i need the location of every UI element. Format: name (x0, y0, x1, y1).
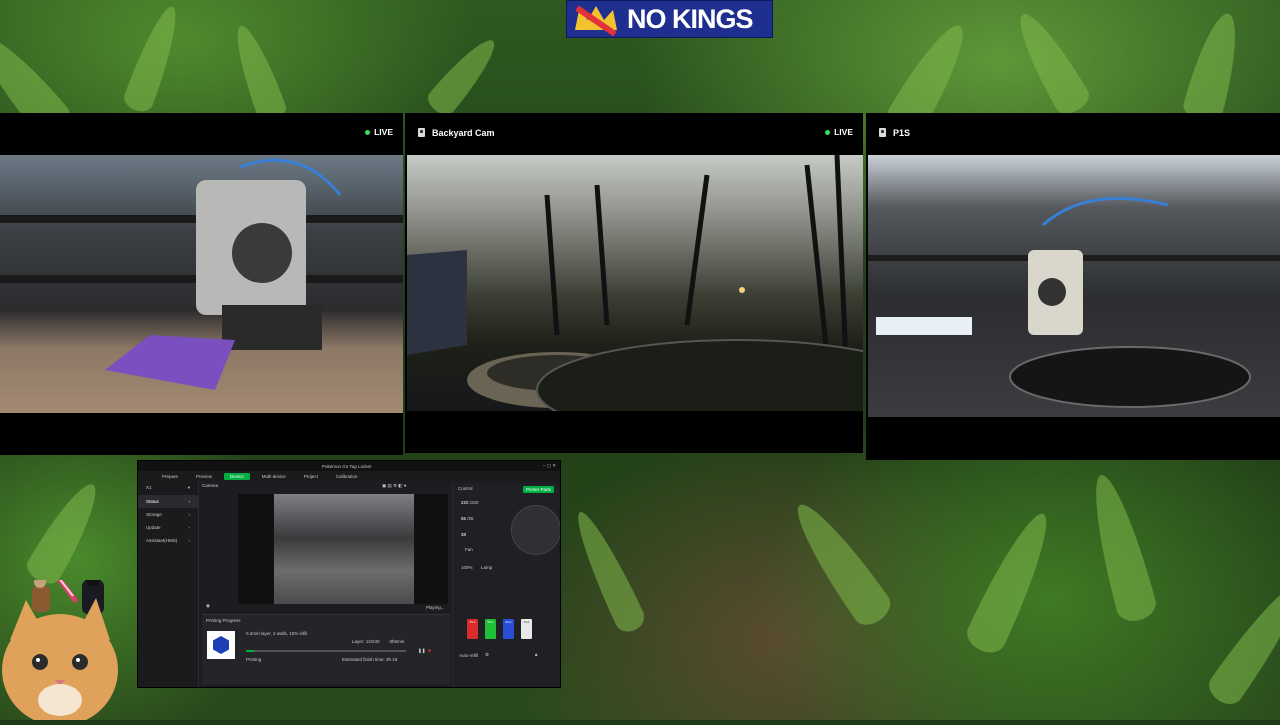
live-label: LIVE (834, 127, 853, 137)
ams-slot-2[interactable]: PLA (485, 619, 496, 639)
live-dot-icon (365, 129, 371, 135)
jog-pad[interactable] (511, 505, 560, 555)
auto-refill[interactable]: Auto-refill (459, 653, 478, 658)
camera-name: P1S (893, 128, 911, 138)
ams-slot-4[interactable]: PLA (521, 619, 532, 639)
camera-feed (407, 155, 863, 411)
fan-value: 100% (461, 565, 473, 570)
crown-icon (575, 5, 617, 36)
stop-icon[interactable]: ■ (428, 648, 431, 653)
lamp-label[interactable]: Lamp (481, 565, 492, 570)
playing-label: Playing... (426, 605, 445, 610)
camera-icon (879, 128, 886, 137)
job-name: 0.2mm layer, 2 walls, 10% infill (246, 631, 308, 636)
cat-jedi-overlay (0, 557, 134, 725)
camera-feed (868, 155, 1280, 417)
printer-image (0, 158, 403, 390)
printer-parts-button[interactable]: Printer Parts (522, 486, 554, 493)
printer-image (868, 196, 1280, 408)
chevron-right-icon: › (188, 538, 191, 543)
chevron-right-icon: › (188, 499, 191, 504)
camera-header: LIVE (0, 113, 403, 153)
title-bar: Pokemon Go Tag Locker – ▢ ✕ (138, 461, 560, 471)
no-kings-logo: NO KINGS (566, 0, 773, 38)
nozzle-temp[interactable]: 220 /220 (461, 500, 479, 505)
control-panel: Control Printer Parts 220 /220 55 /55 38… (452, 483, 560, 687)
camera-icon (418, 128, 425, 137)
chamber-temp: 38 (461, 532, 467, 537)
window-title: Pokemon Go Tag Locker (322, 463, 372, 469)
device-selector[interactable]: X1 ▾ (138, 481, 198, 495)
settings-icon[interactable]: ⚙ (485, 652, 489, 658)
tab-prepare[interactable]: Prepare (156, 473, 184, 480)
control-heading: Control (458, 486, 473, 491)
live-dot-icon (825, 129, 831, 135)
sidebar-item-update[interactable]: Update › (138, 521, 198, 534)
sidebar: X1 ▾ Status › Storage › Update › Assistant(H… (138, 481, 199, 687)
camera-header: P1S (866, 113, 1280, 153)
printing-progress: Printing Progress 0.2mm layer, 2 walls, … (202, 614, 450, 685)
device-name: X1 (146, 485, 152, 490)
model-thumbnail (207, 631, 235, 659)
live-indicator: LIVE (365, 127, 393, 137)
camera-section: Camera ▣ ▤ ⚙ ◧ ● (202, 483, 448, 488)
backyard-image (407, 155, 863, 411)
camera-header: Backyard Cam LIVE (405, 113, 863, 153)
camera-panel-3: P1S (866, 113, 1280, 460)
progress-heading: Printing Progress (206, 618, 241, 623)
camera-panel-2: Backyard Cam LIVE (405, 113, 863, 453)
camera-name: Backyard Cam (432, 128, 495, 138)
camera-image (274, 494, 414, 604)
tab-multi-device[interactable]: Multi-device (256, 473, 292, 480)
chevron-down-icon: ▾ (187, 485, 190, 490)
camera-toolbar-icons[interactable]: ▣ ▤ ⚙ ◧ ● (382, 483, 407, 489)
tab-project[interactable]: Project (298, 473, 324, 480)
ams-tray-row: PLA PLA PLA PLA (465, 605, 557, 639)
remaining-time: -3h6min (388, 639, 405, 644)
tab-calibration[interactable]: Calibration (330, 473, 364, 480)
sidebar-item-status[interactable]: Status › (138, 495, 198, 508)
sidebar-item-assistant[interactable]: Assistant(HMS) › (138, 534, 198, 547)
window-controls[interactable]: – ▢ ✕ (543, 463, 556, 469)
slicer-camera-view (238, 494, 448, 604)
sidebar-item-storage[interactable]: Storage › (138, 508, 198, 521)
ams-slot-1[interactable]: PLA (467, 619, 478, 639)
live-label: LIVE (374, 127, 393, 137)
tab-preview[interactable]: Preview (190, 473, 218, 480)
camera-label: Camera (202, 483, 219, 488)
slicer-window: Pokemon Go Tag Locker – ▢ ✕ Prepare Prev… (137, 460, 561, 688)
progress-status: Printing (246, 657, 262, 662)
camera-panel-1: LIVE (0, 113, 403, 455)
bed-temp[interactable]: 55 /55 (461, 516, 474, 521)
camera-feed (0, 155, 403, 413)
pause-icon[interactable]: ❚❚ (418, 648, 426, 654)
fan-label[interactable]: Fan (465, 547, 473, 552)
finish-time: Estimated finish time: 3h 19 (342, 657, 398, 662)
live-indicator: LIVE (825, 127, 853, 137)
lock-icon[interactable]: 🔒︎ (535, 652, 537, 657)
chevron-right-icon: › (188, 525, 191, 530)
tab-device[interactable]: Device (224, 472, 250, 480)
progress-bar (246, 650, 406, 652)
tab-bar: Prepare Preview Device Multi-device Proj… (138, 471, 560, 481)
ams-slot-3[interactable]: PLA (503, 619, 514, 639)
layer-info: Layer: 12/240 (352, 639, 380, 644)
chevron-right-icon: › (188, 512, 191, 517)
logo-text: NO KINGS (627, 3, 754, 34)
record-icon[interactable]: ◉ (206, 603, 210, 609)
